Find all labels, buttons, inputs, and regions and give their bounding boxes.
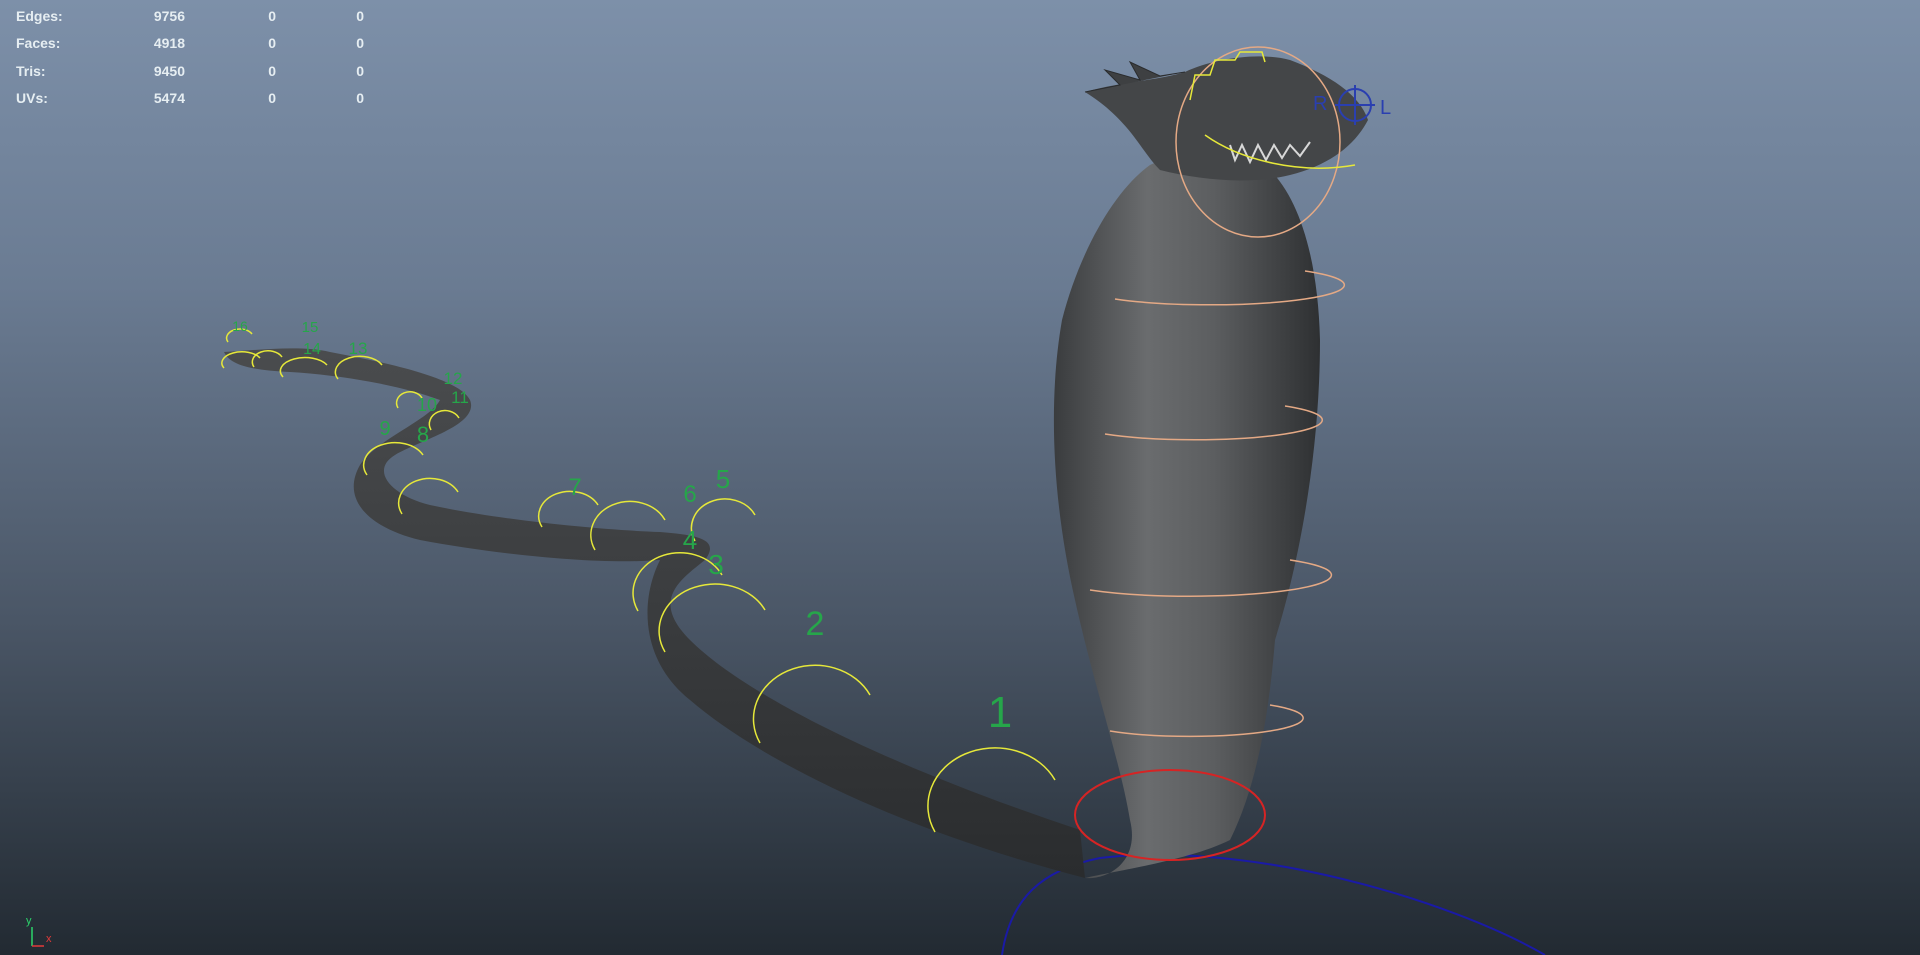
eye-label-right: L: [1380, 97, 1391, 119]
control-label: 11: [451, 388, 469, 407]
control-label: 7: [568, 474, 581, 501]
3d-viewport[interactable]: 12345678910 111213141516 R L: [0, 0, 1920, 955]
eye-label-left: R: [1313, 93, 1327, 115]
snake-mesh[interactable]: [224, 56, 1368, 879]
control-label: 6: [683, 481, 696, 508]
control-label: 2: [806, 605, 825, 643]
control-curve-arc[interactable]: [690, 498, 756, 542]
control-label: 4: [683, 525, 697, 555]
control-label: 8: [417, 422, 429, 447]
control-label: 15: [302, 319, 319, 336]
control-number-labels: 12345678910 111213141516: [232, 318, 1012, 737]
axis-gizmo: y x: [26, 915, 52, 947]
x-axis-label: x: [46, 933, 52, 945]
control-label: 1: [988, 688, 1012, 737]
control-label: 14: [303, 341, 321, 358]
control-label: 10: [417, 395, 437, 415]
control-label: 9: [379, 418, 390, 440]
y-axis-label: y: [26, 915, 32, 927]
control-label: 5: [716, 464, 730, 494]
control-label: 12: [444, 369, 463, 388]
control-label: 16: [232, 318, 248, 334]
control-label: 13: [349, 339, 368, 358]
control-label: 3: [708, 549, 724, 580]
